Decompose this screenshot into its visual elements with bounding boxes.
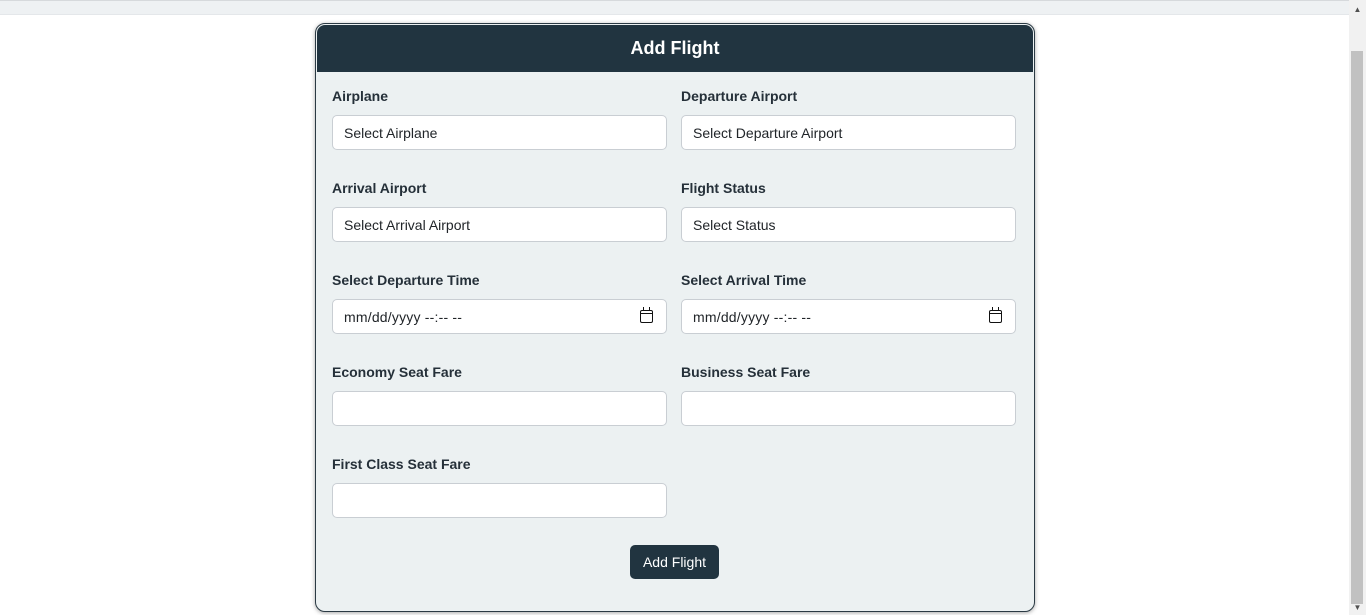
arrival-time-field-group: Select Arrival Time mm/dd/yyyy --:-- -- bbox=[681, 271, 1016, 334]
first-class-fare-label: First Class Seat Fare bbox=[332, 456, 471, 472]
add-flight-card: Add Flight Airplane Select Airplane Depa… bbox=[315, 23, 1035, 612]
economy-fare-label: Economy Seat Fare bbox=[332, 364, 462, 380]
scroll-down-arrow-icon[interactable]: ▼ bbox=[1349, 600, 1366, 614]
departure-time-field-group: Select Departure Time mm/dd/yyyy --:-- -… bbox=[332, 271, 667, 334]
scroll-up-arrow-icon[interactable]: ▲ bbox=[1349, 2, 1366, 16]
arrival-airport-select-value: Select Arrival Airport bbox=[344, 216, 471, 233]
business-fare-field-group: Business Seat Fare bbox=[681, 363, 1016, 426]
card-title: Add Flight bbox=[317, 25, 1033, 72]
flight-status-label: Flight Status bbox=[681, 180, 766, 196]
departure-airport-select-value: Select Departure Airport bbox=[693, 124, 843, 141]
browser-top-strip bbox=[0, 0, 1349, 15]
arrival-airport-label: Arrival Airport bbox=[332, 180, 427, 196]
first-class-fare-field-group: First Class Seat Fare bbox=[332, 455, 667, 518]
arrival-time-label: Select Arrival Time bbox=[681, 272, 807, 288]
economy-fare-field-group: Economy Seat Fare bbox=[332, 363, 667, 426]
departure-time-label: Select Departure Time bbox=[332, 272, 480, 288]
page-scrollbar[interactable]: ▲ ▼ bbox=[1349, 0, 1366, 615]
calendar-icon[interactable] bbox=[640, 307, 653, 323]
arrival-airport-field-group: Arrival Airport Select Arrival Airport bbox=[332, 179, 667, 242]
arrival-time-input[interactable]: mm/dd/yyyy --:-- -- bbox=[681, 299, 1016, 334]
arrival-airport-select[interactable]: Select Arrival Airport bbox=[332, 207, 667, 242]
departure-airport-select[interactable]: Select Departure Airport bbox=[681, 115, 1016, 150]
first-class-fare-input[interactable] bbox=[332, 483, 667, 518]
flight-status-field-group: Flight Status Select Status bbox=[681, 179, 1016, 242]
calendar-icon[interactable] bbox=[989, 307, 1002, 323]
business-fare-input[interactable] bbox=[681, 391, 1016, 426]
airplane-label: Airplane bbox=[332, 88, 389, 104]
airplane-select[interactable]: Select Airplane bbox=[332, 115, 667, 150]
departure-airport-field-group: Departure Airport Select Departure Airpo… bbox=[681, 87, 1016, 150]
economy-fare-input[interactable] bbox=[332, 391, 667, 426]
airplane-field-group: Airplane Select Airplane bbox=[332, 87, 667, 150]
departure-time-input[interactable]: mm/dd/yyyy --:-- -- bbox=[332, 299, 667, 334]
departure-airport-label: Departure Airport bbox=[681, 88, 798, 104]
departure-time-placeholder: mm/dd/yyyy --:-- -- bbox=[344, 308, 463, 325]
business-fare-label: Business Seat Fare bbox=[681, 364, 811, 380]
flight-status-select[interactable]: Select Status bbox=[681, 207, 1016, 242]
airplane-select-value: Select Airplane bbox=[344, 124, 438, 141]
scrollbar-thumb[interactable] bbox=[1351, 51, 1363, 604]
add-flight-button[interactable]: Add Flight bbox=[630, 545, 719, 579]
arrival-time-placeholder: mm/dd/yyyy --:-- -- bbox=[693, 308, 812, 325]
flight-status-select-value: Select Status bbox=[693, 216, 776, 233]
